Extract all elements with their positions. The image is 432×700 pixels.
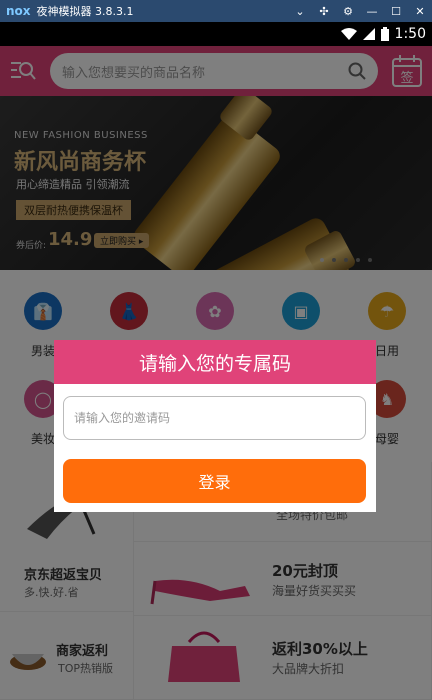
minimize-icon[interactable]: — xyxy=(366,5,378,18)
dialog-title: 请输入您的专属码 xyxy=(54,340,376,384)
dropdown-icon[interactable]: ⌄ xyxy=(294,5,306,18)
emulator-title-bar: nox 夜神模拟器 3.8.3.1 ⌄ ✣ ⚙ — ☐ ✕ xyxy=(0,0,432,22)
app-screen: nox 夜神模拟器 3.8.3.1 ⌄ ✣ ⚙ — ☐ ✕ 1:50 请输入您的… xyxy=(0,0,432,700)
invite-code-dialog: 请输入您的专属码 登录 xyxy=(54,340,376,512)
signal-icon xyxy=(362,28,375,40)
pin-icon[interactable]: ✣ xyxy=(318,5,330,18)
android-status-bar: 1:50 xyxy=(0,22,432,46)
login-button[interactable]: 登录 xyxy=(63,459,366,503)
maximize-icon[interactable]: ☐ xyxy=(390,5,402,18)
close-icon[interactable]: ✕ xyxy=(414,5,426,18)
emulator-title: 夜神模拟器 3.8.3.1 xyxy=(36,5,134,18)
settings-icon[interactable]: ⚙ xyxy=(342,5,354,18)
wifi-icon xyxy=(340,28,357,40)
status-time: 1:50 xyxy=(394,26,426,42)
battery-icon xyxy=(380,27,389,41)
invite-code-input[interactable] xyxy=(63,396,366,440)
nox-logo: nox xyxy=(6,4,31,18)
